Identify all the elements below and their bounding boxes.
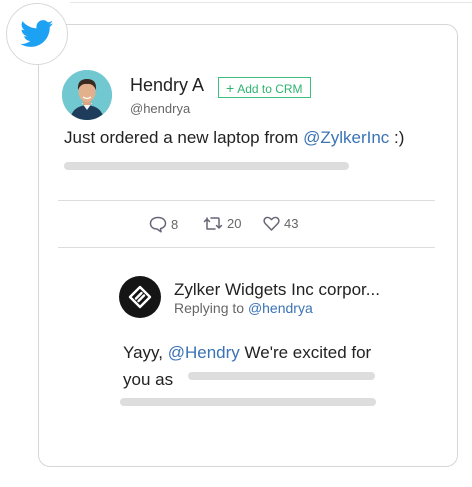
tweet-stats: 8 — [149, 216, 178, 233]
tweet-text: Just ordered a new laptop from @ZylkerIn… — [64, 128, 404, 148]
divider — [58, 200, 435, 201]
retweet-icon — [203, 217, 223, 230]
placeholder-line — [120, 398, 376, 406]
divider — [58, 247, 435, 248]
tweet-author-name: Hendry A — [130, 75, 205, 95]
plus-icon: + — [226, 80, 235, 96]
retweet-count-value: 20 — [227, 216, 242, 231]
top-divider — [70, 2, 472, 3]
comment-count-value: 8 — [171, 217, 179, 232]
like-count[interactable]: 43 — [263, 216, 298, 231]
person-avatar-icon — [62, 70, 112, 120]
like-count-value: 43 — [284, 216, 299, 231]
twitter-badge — [6, 3, 68, 65]
avatar[interactable] — [62, 70, 112, 120]
reply-text-prefix: Yayy, — [123, 343, 168, 362]
retweet-count[interactable]: 20 — [203, 216, 241, 231]
reply-text-suffix: We're excited for — [239, 343, 372, 362]
reply-text-line2: you as — [123, 370, 174, 389]
comment-count[interactable]: 8 — [149, 216, 178, 233]
tweet-text-prefix: Just ordered a new laptop from — [64, 128, 304, 147]
zylker-logo-icon — [128, 285, 152, 309]
comment-icon — [149, 216, 167, 233]
add-to-crm-button[interactable]: + Add to CRM — [218, 77, 311, 98]
add-to-crm-label: Add to CRM — [237, 82, 303, 96]
zylker-logo — [119, 276, 161, 318]
tweet-mention-link[interactable]: @ZylkerInc — [303, 128, 389, 147]
replying-to-label: Replying to — [174, 300, 245, 316]
replying-to-handle[interactable]: @hendrya — [248, 300, 313, 316]
replying-to: Replying to @hendrya — [174, 300, 313, 316]
reply-author-name: Zylker Widgets Inc corpor... — [174, 280, 380, 299]
heart-icon — [263, 216, 280, 231]
reply-mention-link[interactable]: @Hendry — [168, 343, 240, 362]
tweet-text-suffix: :) — [389, 128, 405, 147]
twitter-bird-icon — [20, 20, 54, 47]
placeholder-line — [188, 372, 375, 380]
tweet-stats-like: 43 — [263, 216, 298, 231]
placeholder-line — [64, 162, 349, 170]
reply-text: Yayy, @Hendry We're excited for you as — [123, 339, 423, 393]
tweet-author-handle[interactable]: @hendrya — [130, 101, 190, 116]
tweet-stats-retweet: 20 — [203, 216, 241, 231]
